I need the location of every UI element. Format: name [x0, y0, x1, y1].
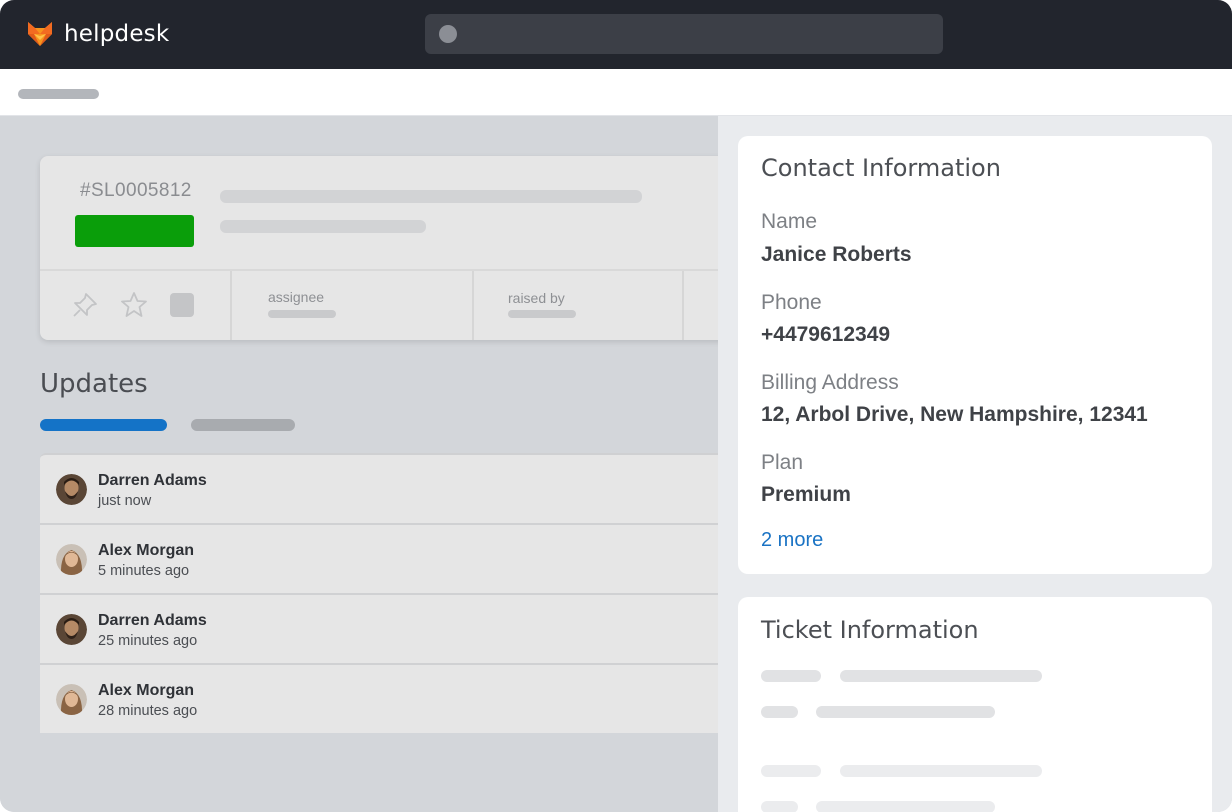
assignee-value-placeholder[interactable]	[268, 310, 336, 318]
info-value-placeholder	[840, 765, 1042, 777]
ticket-detail-pane: #SL0005812 assignee raised by Updates Da…	[0, 116, 718, 812]
avatar	[56, 614, 87, 645]
panel-title: Contact Information	[761, 154, 1001, 182]
ticket-header-card: #SL0005812 assignee raised by	[40, 156, 718, 340]
breadcrumb-placeholder[interactable]	[18, 89, 99, 99]
sidebar-pane: Contact Information Name Janice Roberts …	[718, 116, 1232, 812]
breadcrumb-bar	[0, 69, 1232, 116]
billing-address-value: 12, Arbol Drive, New Hampshire, 12341	[761, 403, 1148, 426]
ticket-subtitle-placeholder	[220, 220, 426, 233]
meta-divider	[230, 271, 232, 340]
list-item[interactable]: Darren Adams 25 minutes ago	[40, 593, 718, 663]
square-icon[interactable]	[170, 293, 194, 317]
show-more-link[interactable]: 2 more	[761, 529, 823, 552]
billing-address-label: Billing Address	[761, 371, 899, 394]
info-label-placeholder	[761, 670, 821, 682]
raised-by-label: raised by	[508, 290, 565, 306]
list-item[interactable]: Alex Morgan 28 minutes ago	[40, 663, 718, 733]
phone-label: Phone	[761, 291, 822, 314]
info-label-placeholder	[761, 765, 821, 777]
name-label: Name	[761, 210, 818, 233]
panel-title: Ticket Information	[761, 616, 979, 644]
tab-inactive[interactable]	[191, 419, 295, 431]
author-name: Darren Adams	[98, 612, 207, 629]
meta-divider	[682, 271, 684, 340]
timestamp: 28 minutes ago	[98, 703, 198, 719]
author-name: Alex Morgan	[98, 542, 195, 559]
info-label-placeholder	[761, 801, 798, 812]
card-divider	[40, 269, 718, 271]
list-item[interactable]: Darren Adams just now	[40, 453, 718, 523]
timestamp: just now	[98, 493, 152, 509]
author-name: Alex Morgan	[98, 682, 195, 699]
info-value-placeholder	[840, 670, 1042, 682]
raised-by-value-placeholder[interactable]	[508, 310, 576, 318]
contact-information-panel: Contact Information Name Janice Roberts …	[738, 136, 1212, 574]
info-value-placeholder	[816, 801, 995, 812]
avatar	[56, 474, 87, 505]
timestamp: 5 minutes ago	[98, 563, 190, 579]
star-icon[interactable]	[119, 290, 149, 320]
updates-feed: Darren Adams just now Alex Morgan 5 minu…	[40, 453, 718, 733]
name-value: Janice Roberts	[761, 243, 912, 266]
plan-value: Premium	[761, 483, 851, 506]
search-input[interactable]	[425, 14, 943, 54]
app-window: helpdesk #SL0005812 assignee raised by U…	[0, 0, 1232, 812]
pin-icon[interactable]	[70, 290, 100, 320]
top-navigation-bar: helpdesk	[0, 0, 1232, 69]
avatar	[56, 684, 87, 715]
plan-label: Plan	[761, 451, 804, 474]
updates-heading: Updates	[40, 369, 148, 399]
info-value-placeholder	[816, 706, 995, 718]
author-name: Darren Adams	[98, 472, 207, 489]
meta-divider	[472, 271, 474, 340]
app-name: helpdesk	[64, 21, 170, 47]
list-item[interactable]: Alex Morgan 5 minutes ago	[40, 523, 718, 593]
brand[interactable]: helpdesk	[26, 20, 169, 48]
ticket-title-placeholder	[220, 190, 642, 203]
phone-value: +4479612349	[761, 323, 891, 346]
info-label-placeholder	[761, 706, 798, 718]
assignee-label: assignee	[268, 289, 325, 305]
status-badge[interactable]	[75, 215, 194, 247]
ticket-id: #SL0005812	[80, 180, 192, 201]
search-dot-icon	[439, 25, 457, 43]
fox-logo-icon	[28, 22, 52, 46]
timestamp: 25 minutes ago	[98, 633, 198, 649]
avatar	[56, 544, 87, 575]
tab-active[interactable]	[40, 419, 167, 431]
ticket-information-panel: Ticket Information	[738, 597, 1212, 812]
